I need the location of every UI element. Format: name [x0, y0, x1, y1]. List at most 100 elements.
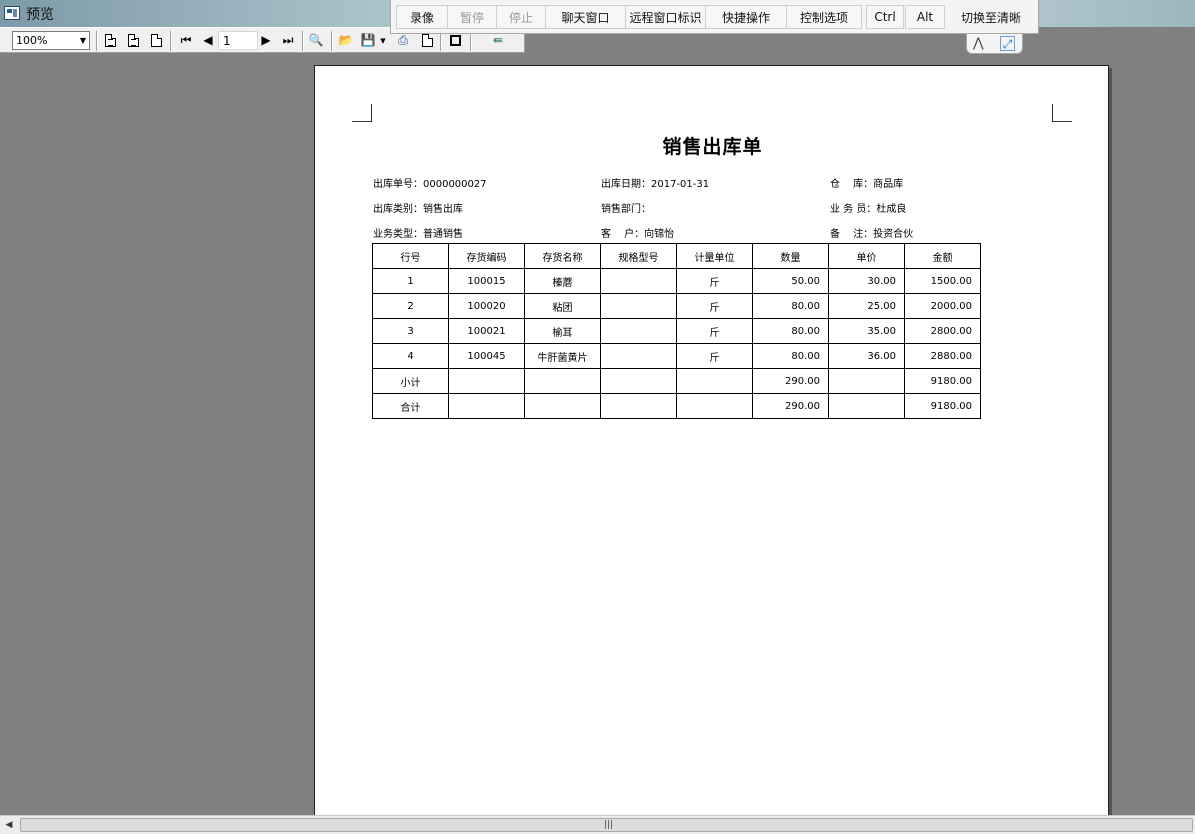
toolbar-separator [170, 31, 172, 51]
table-cell: 100015 [448, 268, 525, 294]
document-title: 销售出库单 [662, 136, 763, 158]
table-row: 合计 290.00 9180.00 [372, 393, 981, 419]
zoom-select[interactable]: 100% ▼ [12, 31, 90, 50]
fullscreen-icon[interactable]: ⤢ [1000, 36, 1015, 51]
scrollbar-thumb[interactable]: ||| [20, 818, 1193, 832]
app-icon [4, 6, 20, 20]
field-remark: 备 注：投资合伙 [830, 229, 914, 240]
exit-door-icon: ⇚ [492, 33, 504, 47]
last-page-icon: ⏭ [282, 32, 294, 47]
table-cell: 80.00 [752, 318, 829, 344]
horizontal-scrollbar[interactable]: ◀ ||| [0, 815, 1195, 834]
toolbar-separator [302, 31, 304, 51]
table-cell: 35.00 [828, 318, 905, 344]
margin-corner-mark [352, 104, 372, 122]
switch-clarity-button[interactable]: 切换至清晰 [961, 5, 1021, 29]
ctrl-key-button[interactable]: Ctrl [866, 5, 904, 29]
table-cell: 9180.00 [904, 393, 981, 419]
alt-key-button[interactable]: Alt [905, 5, 945, 29]
table-cell [828, 393, 905, 419]
two-page-button[interactable] [124, 31, 142, 49]
table-cell: 1500.00 [904, 268, 981, 294]
stop-icon [449, 34, 461, 46]
table-cell: 2 [372, 293, 449, 319]
pause-button[interactable]: 暂停 [447, 5, 497, 29]
table-row: 3 100021 榆耳 斤 80.00 35.00 2800.00 [372, 318, 981, 344]
table-cell: 斤 [676, 268, 753, 294]
quick-actions-button[interactable]: 快捷操作 [705, 5, 787, 29]
table-cell: 2800.00 [904, 318, 981, 344]
margin-corner-mark [1052, 104, 1072, 122]
remote-bar-tab: ⋀ ⤢ [966, 34, 1023, 54]
table-cell: 290.00 [752, 393, 829, 419]
field-warehouse: 仓 库：商品库 [830, 179, 904, 190]
column-header: 行号 [372, 243, 449, 269]
save-button[interactable]: 💾 [359, 31, 377, 49]
open-button[interactable]: 📂 [337, 31, 355, 49]
table-cell: 榛蘑 [524, 268, 601, 294]
zoom-button[interactable]: 🔍 [307, 31, 325, 49]
save-dropdown[interactable]: ▼ [379, 31, 387, 50]
table-cell: 榆耳 [524, 318, 601, 344]
zoom-value: 100% [16, 34, 48, 47]
window-title: 预览 [26, 7, 54, 23]
printer-icon: ⎙ [398, 32, 408, 47]
table-row: 1 100015 榛蘑 斤 50.00 30.00 1500.00 [372, 268, 981, 294]
table-cell [676, 368, 753, 394]
first-page-icon: ⏮ [180, 32, 192, 47]
page-layout-button[interactable] [101, 31, 119, 49]
table-cell: 4 [372, 343, 449, 369]
table-cell: 合计 [372, 393, 449, 419]
table-cell [676, 393, 753, 419]
record-button[interactable]: 录像 [396, 5, 448, 29]
last-page-button[interactable]: ⏭ [279, 31, 297, 49]
next-page-button[interactable]: ▶ [257, 31, 275, 49]
chevron-down-icon: ▼ [380, 36, 386, 45]
remote-window-id-button[interactable]: 远程窗口标识 [625, 5, 706, 29]
table-cell [448, 368, 525, 394]
field-sales-dept: 销售部门： [601, 204, 651, 215]
table-cell: 50.00 [752, 268, 829, 294]
toolbar-separator [331, 31, 333, 51]
table-cell [524, 393, 601, 419]
blank-page-icon [421, 33, 433, 47]
table-cell: 2880.00 [904, 343, 981, 369]
table-cell: 100045 [448, 343, 525, 369]
table-cell: 30.00 [828, 268, 905, 294]
toolbar-separator [440, 31, 442, 51]
column-header: 数量 [752, 243, 829, 269]
table-row: 小计 290.00 9180.00 [372, 368, 981, 394]
table-cell: 25.00 [828, 293, 905, 319]
chat-window-button[interactable]: 聊天窗口 [545, 5, 626, 29]
table-cell: 1 [372, 268, 449, 294]
prev-page-button[interactable]: ◀ [199, 31, 217, 49]
page-number-input[interactable]: 1 [218, 31, 258, 50]
field-out-no: 出库单号：0000000027 [373, 179, 487, 190]
table-cell: 2000.00 [904, 293, 981, 319]
table-cell [600, 368, 677, 394]
table-cell: 9180.00 [904, 368, 981, 394]
toolbar-separator [96, 31, 98, 51]
toolbar-separator [470, 31, 472, 51]
scroll-left-icon[interactable]: ◀ [2, 818, 16, 832]
column-header: 单价 [828, 243, 905, 269]
table-cell [600, 293, 677, 319]
table-cell: 100021 [448, 318, 525, 344]
table-cell: 粘团 [524, 293, 601, 319]
table-cell: 小计 [372, 368, 449, 394]
save-disk-icon: 💾 [360, 33, 376, 47]
field-out-date: 出库日期：2017-01-31 [601, 179, 710, 190]
single-page-button[interactable] [147, 31, 165, 49]
column-header: 存货名称 [524, 243, 601, 269]
first-page-button[interactable]: ⏮ [177, 31, 195, 49]
stop-record-button[interactable]: 停止 [496, 5, 546, 29]
field-salesperson: 业 务 员：杜成良 [830, 204, 907, 215]
column-header: 计量单位 [676, 243, 753, 269]
table-cell [600, 318, 677, 344]
single-page-icon [150, 33, 162, 47]
table-cell: 斤 [676, 318, 753, 344]
field-out-type: 出库类别：销售出库 [373, 204, 463, 215]
control-options-button[interactable]: 控制选项 [786, 5, 862, 29]
collapse-icon[interactable]: ⋀ [973, 36, 984, 51]
table-cell: 斤 [676, 343, 753, 369]
